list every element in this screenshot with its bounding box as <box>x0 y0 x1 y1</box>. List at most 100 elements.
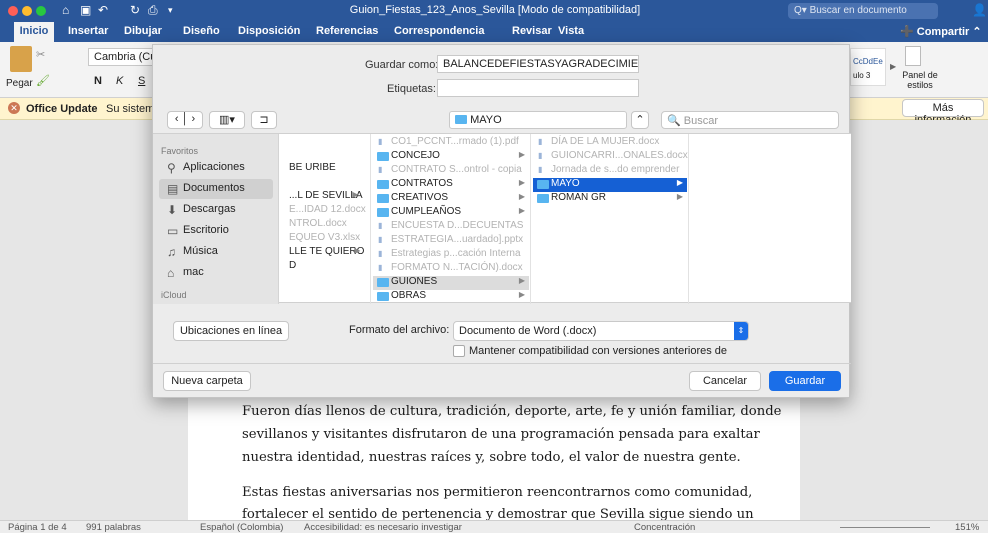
zoom-level[interactable]: 151% <box>955 522 979 533</box>
document-search-input[interactable]: Q▾ Buscar en documento <box>788 3 938 19</box>
undo-icon[interactable]: ↶ <box>98 3 108 17</box>
location-dropdown[interactable]: MAYO <box>449 111 627 129</box>
tab-insertar[interactable]: Insertar <box>68 25 108 37</box>
file-icon: ▮ <box>538 137 543 146</box>
share-button[interactable]: ➕ Compartir ⌃ <box>900 25 982 38</box>
new-folder-button[interactable]: Nueva carpeta <box>163 371 251 391</box>
list-item[interactable]: ▮ ESTRATEGIA...uardado].pptx <box>373 234 529 248</box>
list-item[interactable]: ▮ CONTRATO S...ontrol - copia <box>373 164 529 178</box>
browser-column-4 <box>689 134 851 304</box>
underline-button[interactable]: S <box>138 75 145 87</box>
cancel-button[interactable]: Cancelar <box>689 371 761 391</box>
file-format-label: Formato del archivo: <box>349 324 450 336</box>
word-count[interactable]: 991 palabras <box>86 522 141 533</box>
list-item[interactable]: GUIONES ▶ <box>373 276 529 290</box>
file-format-select[interactable]: Documento de Word (.docx) ⇕ <box>453 321 749 341</box>
list-item[interactable]: BE URIBE <box>279 162 336 176</box>
sidebar-item-aplicaciones[interactable]: ⚲ Aplicaciones <box>159 158 273 178</box>
accessibility-indicator[interactable]: Accesibilidad: es necesario investigar <box>304 522 462 533</box>
save-as-label: Guardar como: <box>365 59 439 71</box>
compatibility-checkbox[interactable] <box>453 345 465 357</box>
print-icon[interactable]: ⎙ <box>148 3 158 18</box>
list-item[interactable]: CREATIVOS ▶ <box>373 192 529 206</box>
paste-icon[interactable] <box>10 46 32 72</box>
new-folder-icon[interactable]: ⊐ <box>251 111 277 129</box>
style-gallery-item[interactable]: CcDdEe ulo 3 <box>850 48 886 86</box>
list-item[interactable]: D <box>279 260 296 274</box>
list-item[interactable]: ...L DE SEVILLA ▶ <box>279 190 363 204</box>
save-icon[interactable]: ▣ <box>80 3 91 17</box>
folder-icon <box>377 292 389 301</box>
dialog-search-input[interactable]: 🔍 Buscar <box>661 111 839 129</box>
browser-column-1: BE URIBE ...L DE SEVILLA ▶ E...IDAD 12.do… <box>279 134 371 304</box>
styles-pane-label[interactable]: Panel de estilos <box>900 70 940 90</box>
alert-icon: ✕ <box>8 102 20 114</box>
redo-icon[interactable]: ↻ <box>130 3 140 17</box>
minimize-window-button[interactable] <box>22 6 32 16</box>
list-item[interactable]: ▮ DÍA DE LA MUJER.docx <box>533 136 687 150</box>
gallery-arrow-icon[interactable]: ▶ <box>890 62 896 71</box>
cut-icon[interactable]: ✂ <box>36 48 45 61</box>
list-item-label: CUMPLEAÑOS <box>391 206 462 217</box>
tab-inicio[interactable]: Inicio <box>14 22 54 42</box>
tags-input[interactable] <box>437 79 639 97</box>
list-item[interactable]: ▮ GUIONCARRI...ONALES.docx <box>533 150 688 164</box>
zoom-slider[interactable] <box>840 527 930 528</box>
bold-button[interactable]: N <box>94 75 102 87</box>
format-painter-icon[interactable]: 🖌 <box>36 74 50 87</box>
more-info-button[interactable]: Más información <box>902 99 984 126</box>
list-item[interactable]: ▮ FORMATO N...TACIÓN).docx <box>373 262 529 276</box>
file-icon: ▮ <box>378 165 383 174</box>
tab-dibujar[interactable]: Dibujar <box>124 25 162 37</box>
document-line: nuestra identidad, nuestras raíces y, so… <box>242 450 741 465</box>
sidebar-item-documentos[interactable]: ▤ Documentos <box>159 179 273 199</box>
list-item[interactable]: ▮ Jornada de s...do emprender <box>533 164 687 178</box>
back-forward-buttons[interactable]: ‹ │ › <box>167 111 203 129</box>
list-item[interactable]: LLE TE QUIERO ▶ <box>279 246 364 260</box>
list-item[interactable]: OBRAS ▶ <box>373 290 529 304</box>
close-window-button[interactable] <box>8 6 18 16</box>
search-placeholder: Buscar en documento <box>809 5 907 16</box>
file-format-value: Documento de Word (.docx) <box>459 325 597 337</box>
home-icon[interactable]: ⌂ <box>62 3 69 17</box>
focus-mode-button[interactable]: Concentración <box>634 522 695 533</box>
file-browser: Favoritos ⚲ Aplicaciones ▤ Documentos ⬇ Des… <box>153 133 851 304</box>
paste-label[interactable]: Pegar <box>6 78 33 89</box>
page-count[interactable]: Página 1 de 4 <box>8 522 67 533</box>
font-name-field[interactable]: Cambria (Cue <box>88 48 154 66</box>
online-locations-button[interactable]: Ubicaciones en línea <box>173 321 289 341</box>
sidebar-item-escritorio[interactable]: ▭ Escritorio <box>159 221 273 241</box>
list-item-selected[interactable]: MAYO ▶ <box>533 178 687 192</box>
view-options-button[interactable]: ▥▾ <box>209 111 245 129</box>
expand-dialog-button[interactable]: ⌃ <box>631 111 649 129</box>
list-item[interactable]: CONTRATOS ▶ <box>373 178 529 192</box>
list-item[interactable]: ▮ Estrategias p...cación Interna <box>373 248 529 262</box>
list-item[interactable]: CUMPLEAÑOS ▶ <box>373 206 529 220</box>
list-item[interactable]: ▮ ENCUESTA D...DECUENTAS <box>373 220 529 234</box>
list-item[interactable]: NTROL.docx <box>279 218 347 232</box>
save-as-input[interactable]: BALANCEDEFIESTASYAGRADECIMIENTO <box>437 55 639 73</box>
list-item-label: NTROL.docx <box>289 218 347 229</box>
tab-vista[interactable]: Vista <box>558 25 584 37</box>
list-item[interactable]: CONCEJO ▶ <box>373 150 529 164</box>
tab-correspondencia[interactable]: Correspondencia <box>394 25 484 37</box>
list-item[interactable]: ▮ CO1_PCCNT...rmado (1).pdf <box>373 136 529 150</box>
tab-diseno[interactable]: Diseño <box>183 25 220 37</box>
language-indicator[interactable]: Español (Colombia) <box>200 522 283 533</box>
customize-toolbar-icon[interactable]: ▾ <box>168 5 173 16</box>
styles-pane-icon[interactable] <box>905 46 921 66</box>
list-item-label: Jornada de s...do emprender <box>551 164 680 175</box>
list-item[interactable]: E...IDAD 12.docx <box>279 204 366 218</box>
tab-disposicion[interactable]: Disposición <box>238 25 300 37</box>
save-button[interactable]: Guardar <box>769 371 841 391</box>
tab-referencias[interactable]: Referencias <box>316 25 378 37</box>
zoom-window-button[interactable] <box>36 6 46 16</box>
sidebar-item-mac[interactable]: ⌂ mac <box>159 263 273 283</box>
account-icon[interactable]: 👤 <box>972 3 987 17</box>
list-item[interactable]: ROMAN GR ▶ <box>533 192 687 206</box>
sidebar-item-descargas[interactable]: ⬇ Descargas <box>159 200 273 220</box>
sidebar-item-musica[interactable]: ♫ Música <box>159 242 273 262</box>
tab-revisar[interactable]: Revisar <box>512 25 552 37</box>
list-item[interactable]: EQUEO V3.xlsx <box>279 232 360 246</box>
italic-button[interactable]: K <box>116 75 123 87</box>
